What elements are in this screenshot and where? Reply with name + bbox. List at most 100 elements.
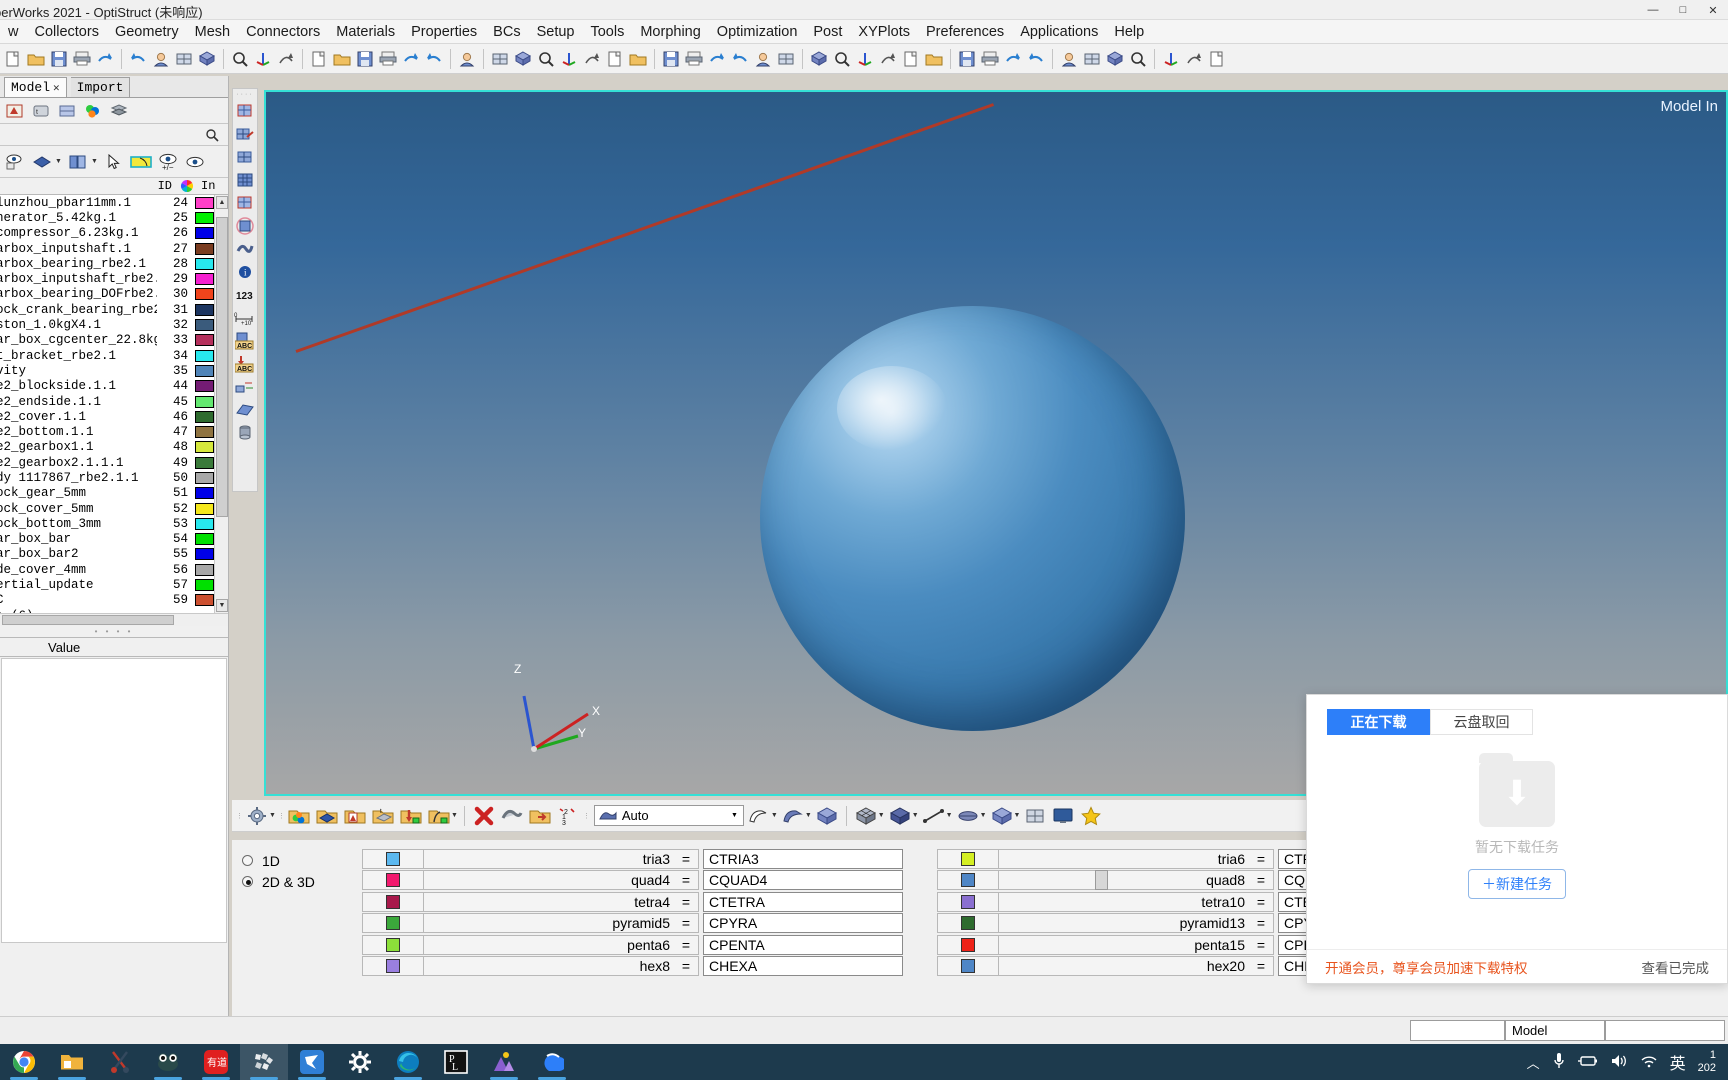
tree-row-color-swatch[interactable] xyxy=(195,502,214,515)
mesh-grid-icon[interactable] xyxy=(234,169,256,191)
element-type-row[interactable]: quad4 = CQUAD4 xyxy=(362,870,903,892)
element-color-cell[interactable] xyxy=(362,913,424,934)
edge-icon[interactable] xyxy=(955,803,981,829)
cube-dropdown-icon[interactable]: ▼ xyxy=(878,812,885,819)
zoom-in-icon[interactable] xyxy=(729,48,751,70)
view-left-icon[interactable] xyxy=(581,48,603,70)
rotate-axis-icon[interactable] xyxy=(808,48,830,70)
import-icon[interactable] xyxy=(150,48,172,70)
element-value-field[interactable]: CPYRA xyxy=(703,913,903,934)
menu-item-collectors[interactable]: Collectors xyxy=(26,22,106,42)
mesh-gear-icon[interactable] xyxy=(244,803,270,829)
pl-app-icon[interactable]: PL xyxy=(432,1044,480,1080)
new-file-icon[interactable] xyxy=(2,48,24,70)
element-color-swatch[interactable] xyxy=(386,894,400,909)
view-completed-link[interactable]: 查看已完成 xyxy=(1642,957,1710,977)
stack-icon[interactable] xyxy=(108,101,130,121)
zoom-circle-icon[interactable] xyxy=(706,48,728,70)
menu-item-help[interactable]: Help xyxy=(1106,22,1152,42)
tree-row[interactable]: arbox_inputshaft_rbe2.1 29 xyxy=(0,271,214,286)
menu-item-xyplots[interactable]: XYPlots xyxy=(850,22,918,42)
tree-row-color-swatch[interactable] xyxy=(195,579,214,592)
tree-row-color-swatch[interactable] xyxy=(195,349,214,362)
mesh-dropdown-icon[interactable]: ▼ xyxy=(91,158,98,165)
chevron-up-icon[interactable]: ︿ xyxy=(1527,1053,1540,1072)
measure-icon[interactable] xyxy=(854,48,876,70)
tree-vertical-scrollbar[interactable]: ▲ ▼ xyxy=(214,195,228,613)
radio-1d[interactable]: 1D xyxy=(242,850,342,871)
clock[interactable]: 1 202 xyxy=(1698,1049,1716,1074)
chevron-down-icon[interactable]: ▼ xyxy=(731,812,743,819)
element-color-swatch[interactable] xyxy=(386,937,400,952)
tree-row-color-swatch[interactable] xyxy=(195,533,214,546)
scroll-thumb[interactable] xyxy=(216,217,228,517)
save-icon[interactable] xyxy=(48,48,70,70)
view-front-icon[interactable] xyxy=(535,48,557,70)
element-color-cell[interactable] xyxy=(937,848,999,869)
element-color-swatch[interactable] xyxy=(961,937,975,952)
element-color-swatch[interactable] xyxy=(961,894,975,909)
zoom-fit-icon[interactable] xyxy=(456,48,478,70)
tree-row[interactable]: ar_box_bar 54 xyxy=(0,532,214,547)
element-value-field[interactable]: CQUAD4 xyxy=(703,870,903,891)
edge-dropdown-icon[interactable]: ▼ xyxy=(980,812,987,819)
menu-item-properties[interactable]: Properties xyxy=(403,22,485,42)
file-explorer-icon[interactable] xyxy=(48,1044,96,1080)
tree-row[interactable]: ock_crank_bearing_rbe2.1 31 xyxy=(0,302,214,317)
tree-row[interactable]: dy 1117867_rbe2.1.1 50 xyxy=(0,470,214,485)
tree-row[interactable]: e2_gearbox1.1 48 xyxy=(0,440,214,455)
tab-cloud-retrieve[interactable]: 云盘取回 xyxy=(1430,709,1533,735)
element-name-cell[interactable]: penta6 = xyxy=(424,934,699,955)
element-color-cell[interactable] xyxy=(362,870,424,891)
pan-hand-icon[interactable] xyxy=(752,48,774,70)
tree-row-color-swatch[interactable] xyxy=(195,487,214,500)
value-field-scroll-thumb[interactable] xyxy=(1095,870,1108,890)
menu-item-mesh[interactable]: Mesh xyxy=(187,22,238,42)
tree-row-color-swatch[interactable] xyxy=(195,380,214,393)
element-color-swatch[interactable] xyxy=(961,959,975,974)
menu-item-applications[interactable]: Applications xyxy=(1012,22,1106,42)
tree-row[interactable]: arbox_bearing_rbe2.1 28 xyxy=(0,256,214,271)
model-browser-icon[interactable] xyxy=(4,101,26,121)
tree-row[interactable]: lunzhou_pbar11mm.1 24 xyxy=(0,195,214,210)
pointer-icon[interactable] xyxy=(103,152,125,172)
tree-row[interactable]: vity 35 xyxy=(0,363,214,378)
panel-2-icon[interactable] xyxy=(1025,48,1047,70)
arrow-right-icon[interactable] xyxy=(775,48,797,70)
menu-item-setup[interactable]: Setup xyxy=(529,22,583,42)
tree-row-color-swatch[interactable] xyxy=(195,471,214,484)
element-type-row[interactable]: pyramid5 = CPYRA xyxy=(362,913,903,935)
tree-row-color-swatch[interactable] xyxy=(195,395,214,408)
tree-row[interactable]: ertial_update 57 xyxy=(0,577,214,592)
view-back-icon[interactable] xyxy=(627,48,649,70)
tree-row[interactable]: e2_blockside.1.1 44 xyxy=(0,379,214,394)
tree-row[interactable]: e2_gearbox2.1.1.1 49 xyxy=(0,455,214,470)
toolbar-grip[interactable]: ⋮ xyxy=(236,812,243,820)
frog-app-icon[interactable] xyxy=(144,1044,192,1080)
mesh-mode-select[interactable]: Auto ▼ xyxy=(593,805,744,826)
screen-icon[interactable] xyxy=(1050,803,1076,829)
user-icon[interactable] xyxy=(275,48,297,70)
mesh-panel-icon[interactable] xyxy=(308,48,330,70)
element-color-cell[interactable] xyxy=(937,913,999,934)
download-manager-popup[interactable]: 正在下载 云盘取回 ⬇ 暂无下载任务 ＋新建任务 开通会员，尊享会员加速下载特权… xyxy=(1306,694,1728,984)
minimize-button[interactable]: — xyxy=(1638,0,1668,20)
panel-1-icon[interactable] xyxy=(1002,48,1024,70)
element-color-swatch[interactable] xyxy=(386,916,400,931)
snipping-tool-icon[interactable] xyxy=(96,1044,144,1080)
wifi-icon[interactable] xyxy=(1640,1054,1658,1071)
component-icon[interactable] xyxy=(314,803,340,829)
element-color-cell[interactable] xyxy=(362,891,424,912)
curve-tool-icon[interactable] xyxy=(426,803,452,829)
tree-row[interactable]: e2_bottom.1.1 47 xyxy=(0,424,214,439)
element-name-cell[interactable]: pyramid13 = xyxy=(999,913,1274,934)
mask-reverse-icon[interactable] xyxy=(923,48,945,70)
tree-row-color-swatch[interactable] xyxy=(195,364,214,377)
element-name-cell[interactable]: tetra10 = xyxy=(999,891,1274,912)
mesh-select-icon[interactable] xyxy=(234,100,256,122)
edge-icon[interactable] xyxy=(384,1044,432,1080)
line-mesh-icon[interactable] xyxy=(921,803,947,829)
undo-icon[interactable] xyxy=(94,48,116,70)
element-name-cell[interactable]: tria6 = xyxy=(999,848,1274,869)
fillet-dropdown-icon[interactable]: ▼ xyxy=(771,812,778,819)
